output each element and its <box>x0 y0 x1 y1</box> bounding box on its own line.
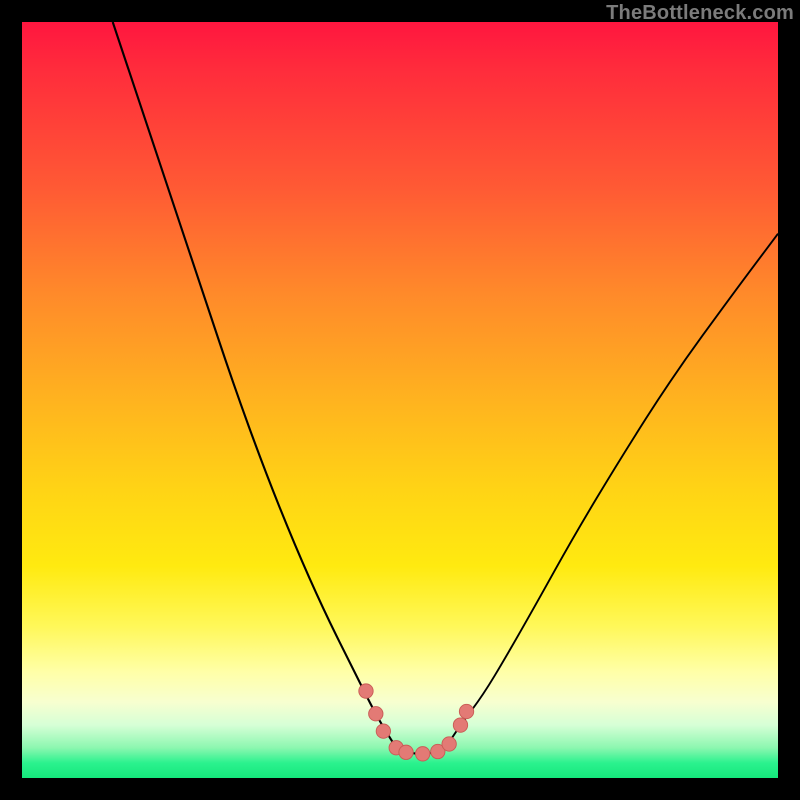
watermark-text: TheBottleneck.com <box>606 2 794 25</box>
chart-frame: TheBottleneck.com <box>0 0 800 800</box>
highlight-marker <box>453 718 467 732</box>
chart-plot-area <box>22 22 778 778</box>
highlight-marker <box>442 737 456 751</box>
highlight-marker <box>415 747 429 761</box>
highlight-marker <box>399 745 413 759</box>
marker-layer <box>22 22 778 778</box>
highlight-marker <box>359 684 373 698</box>
highlight-marker <box>376 724 390 738</box>
highlight-marker <box>459 704 473 718</box>
highlight-marker <box>369 707 383 721</box>
